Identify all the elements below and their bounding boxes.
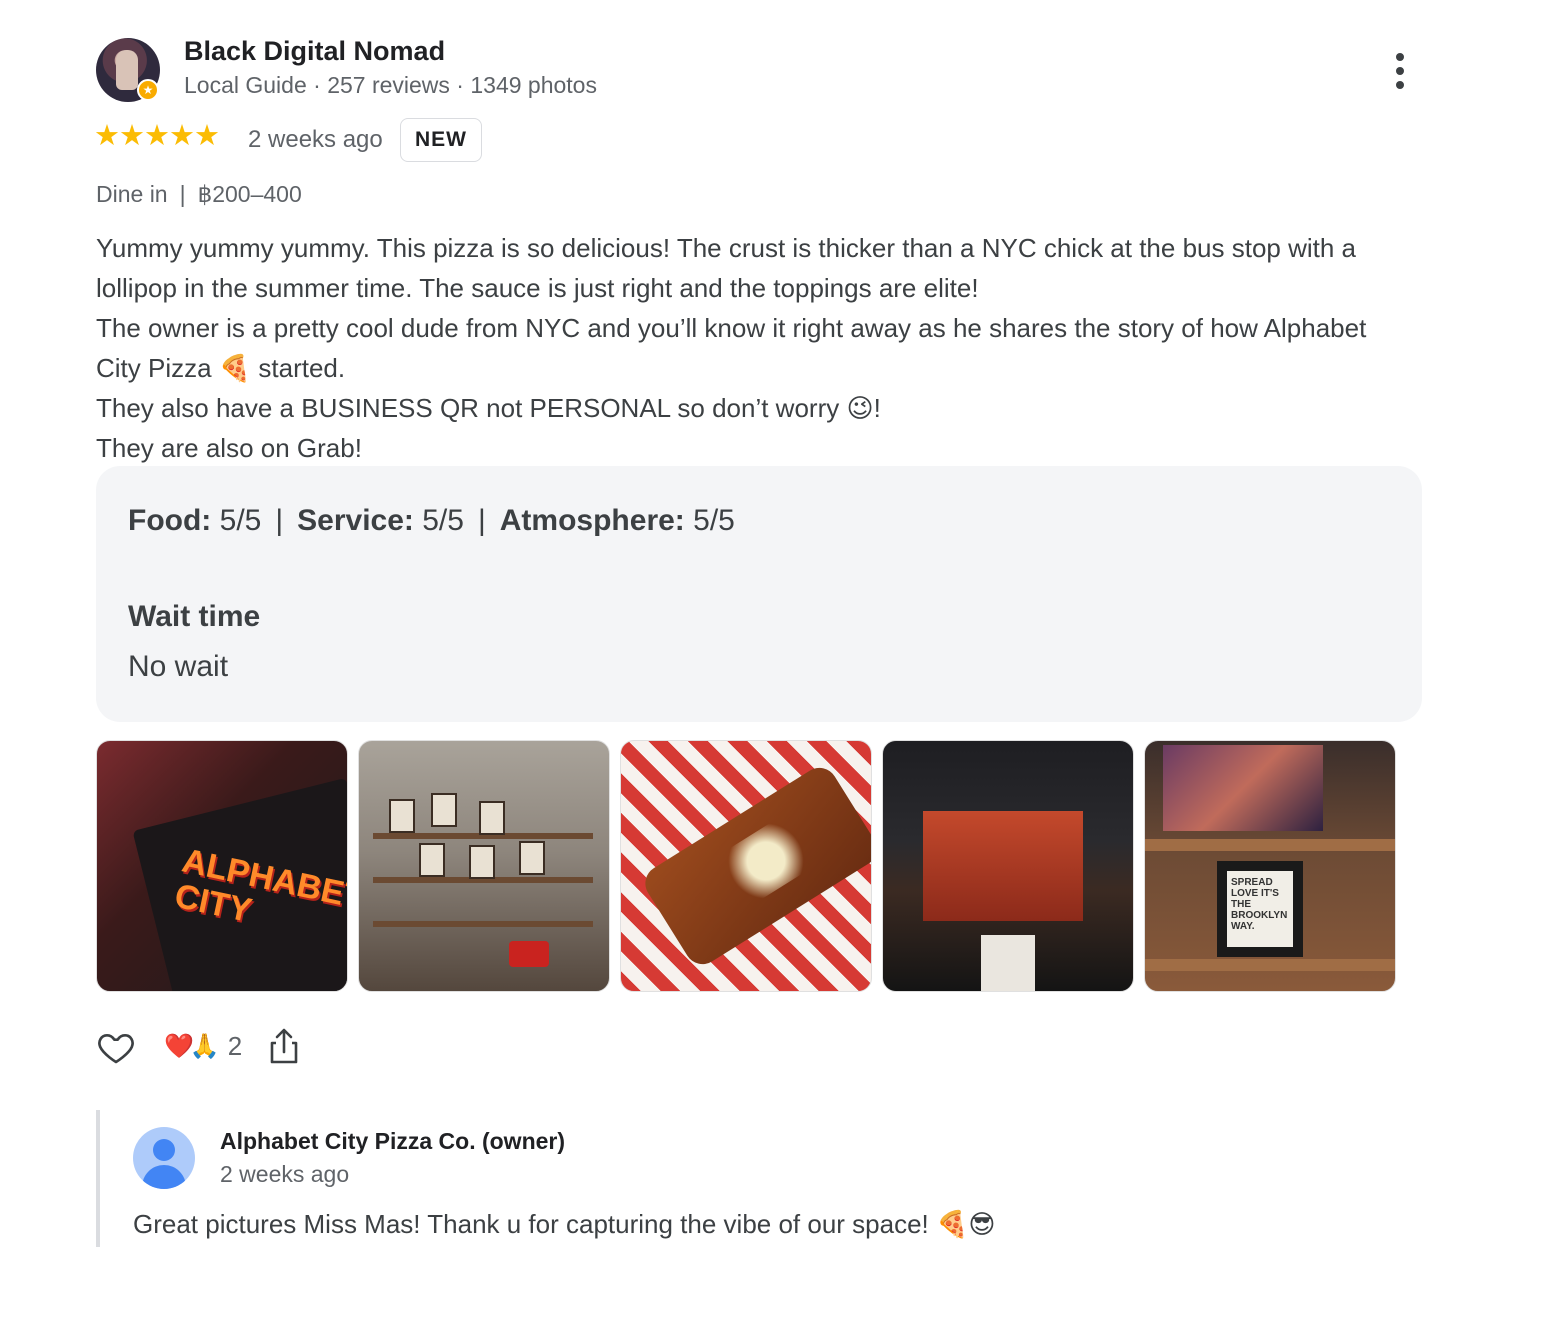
service-info: Dine in | ฿200–400 xyxy=(96,181,302,208)
person-icon xyxy=(153,1139,175,1161)
owner-reply-date: 2 weeks ago xyxy=(220,1161,350,1187)
reviewer-meta: Local Guide · 257 reviews · 1349 photos xyxy=(184,72,597,98)
more-vertical-icon xyxy=(1396,53,1404,61)
separator: | xyxy=(275,504,284,537)
share-icon xyxy=(270,1028,298,1064)
more-options-button[interactable] xyxy=(1384,50,1416,92)
atmosphere-label: Atmosphere: xyxy=(499,504,685,537)
reviewer-name[interactable]: Black Digital Nomad xyxy=(184,36,445,67)
owner-name: Alphabet City Pizza Co. (owner) xyxy=(220,1128,566,1154)
sub-ratings: Food: 5/5 | Service: 5/5 | Atmosphere: 5/5 xyxy=(128,504,735,538)
review-paragraph: They are also on Grab! xyxy=(96,433,362,463)
food-rating: 5/5 xyxy=(219,504,262,537)
new-badge: NEW xyxy=(400,118,482,162)
service-label: Service: xyxy=(297,504,414,537)
local-guide-badge-icon: ★ xyxy=(137,79,159,101)
review-photo-wall-decor[interactable]: SPREAD LOVE IT'S THE BROOKLYN WAY. xyxy=(1144,740,1396,992)
atmosphere-rating: 5/5 xyxy=(693,504,735,537)
star-rating: ★★★★★ xyxy=(94,120,220,152)
service-type: Dine in xyxy=(96,181,168,207)
review-photo-storefront[interactable] xyxy=(882,740,1134,992)
wait-time-value: No wait xyxy=(128,650,229,683)
reaction-emojis: ❤️🙏 xyxy=(164,1032,220,1060)
like-button[interactable] xyxy=(96,1027,136,1067)
review-photo-menu[interactable]: ALPHABET CITY xyxy=(96,740,348,992)
review-paragraph: The owner is a pretty cool dude from NYC… xyxy=(96,313,1367,383)
review-paragraph: Yummy yummy yummy. This pizza is so deli… xyxy=(96,233,1357,303)
review-paragraph: They also have a BUSINESS QR not PERSONA… xyxy=(96,393,881,423)
reactions[interactable]: ❤️🙏 2 xyxy=(164,1030,242,1062)
reaction-count: 2 xyxy=(227,1030,243,1061)
service-rating: 5/5 xyxy=(422,504,464,537)
owner-avatar xyxy=(133,1127,195,1189)
frame-text: SPREAD LOVE IT'S THE BROOKLYN WAY. xyxy=(1227,871,1293,947)
review-text: Yummy yummy yummy. This pizza is so deli… xyxy=(96,228,1416,468)
wait-time-label: Wait time xyxy=(128,600,261,633)
food-label: Food: xyxy=(128,504,212,537)
reply-divider xyxy=(96,1110,100,1247)
owner-reply-text: Great pictures Miss Mas! Thank u for cap… xyxy=(133,1209,996,1239)
review-date: 2 weeks ago xyxy=(248,126,383,153)
separator: | xyxy=(477,504,486,537)
review-photo-pizza[interactable] xyxy=(620,740,872,992)
review-photo-interior[interactable] xyxy=(358,740,610,992)
share-button[interactable] xyxy=(268,1026,300,1066)
separator: | xyxy=(179,181,186,207)
heart-outline-icon xyxy=(98,1034,134,1064)
price-range: ฿200–400 xyxy=(197,181,302,207)
